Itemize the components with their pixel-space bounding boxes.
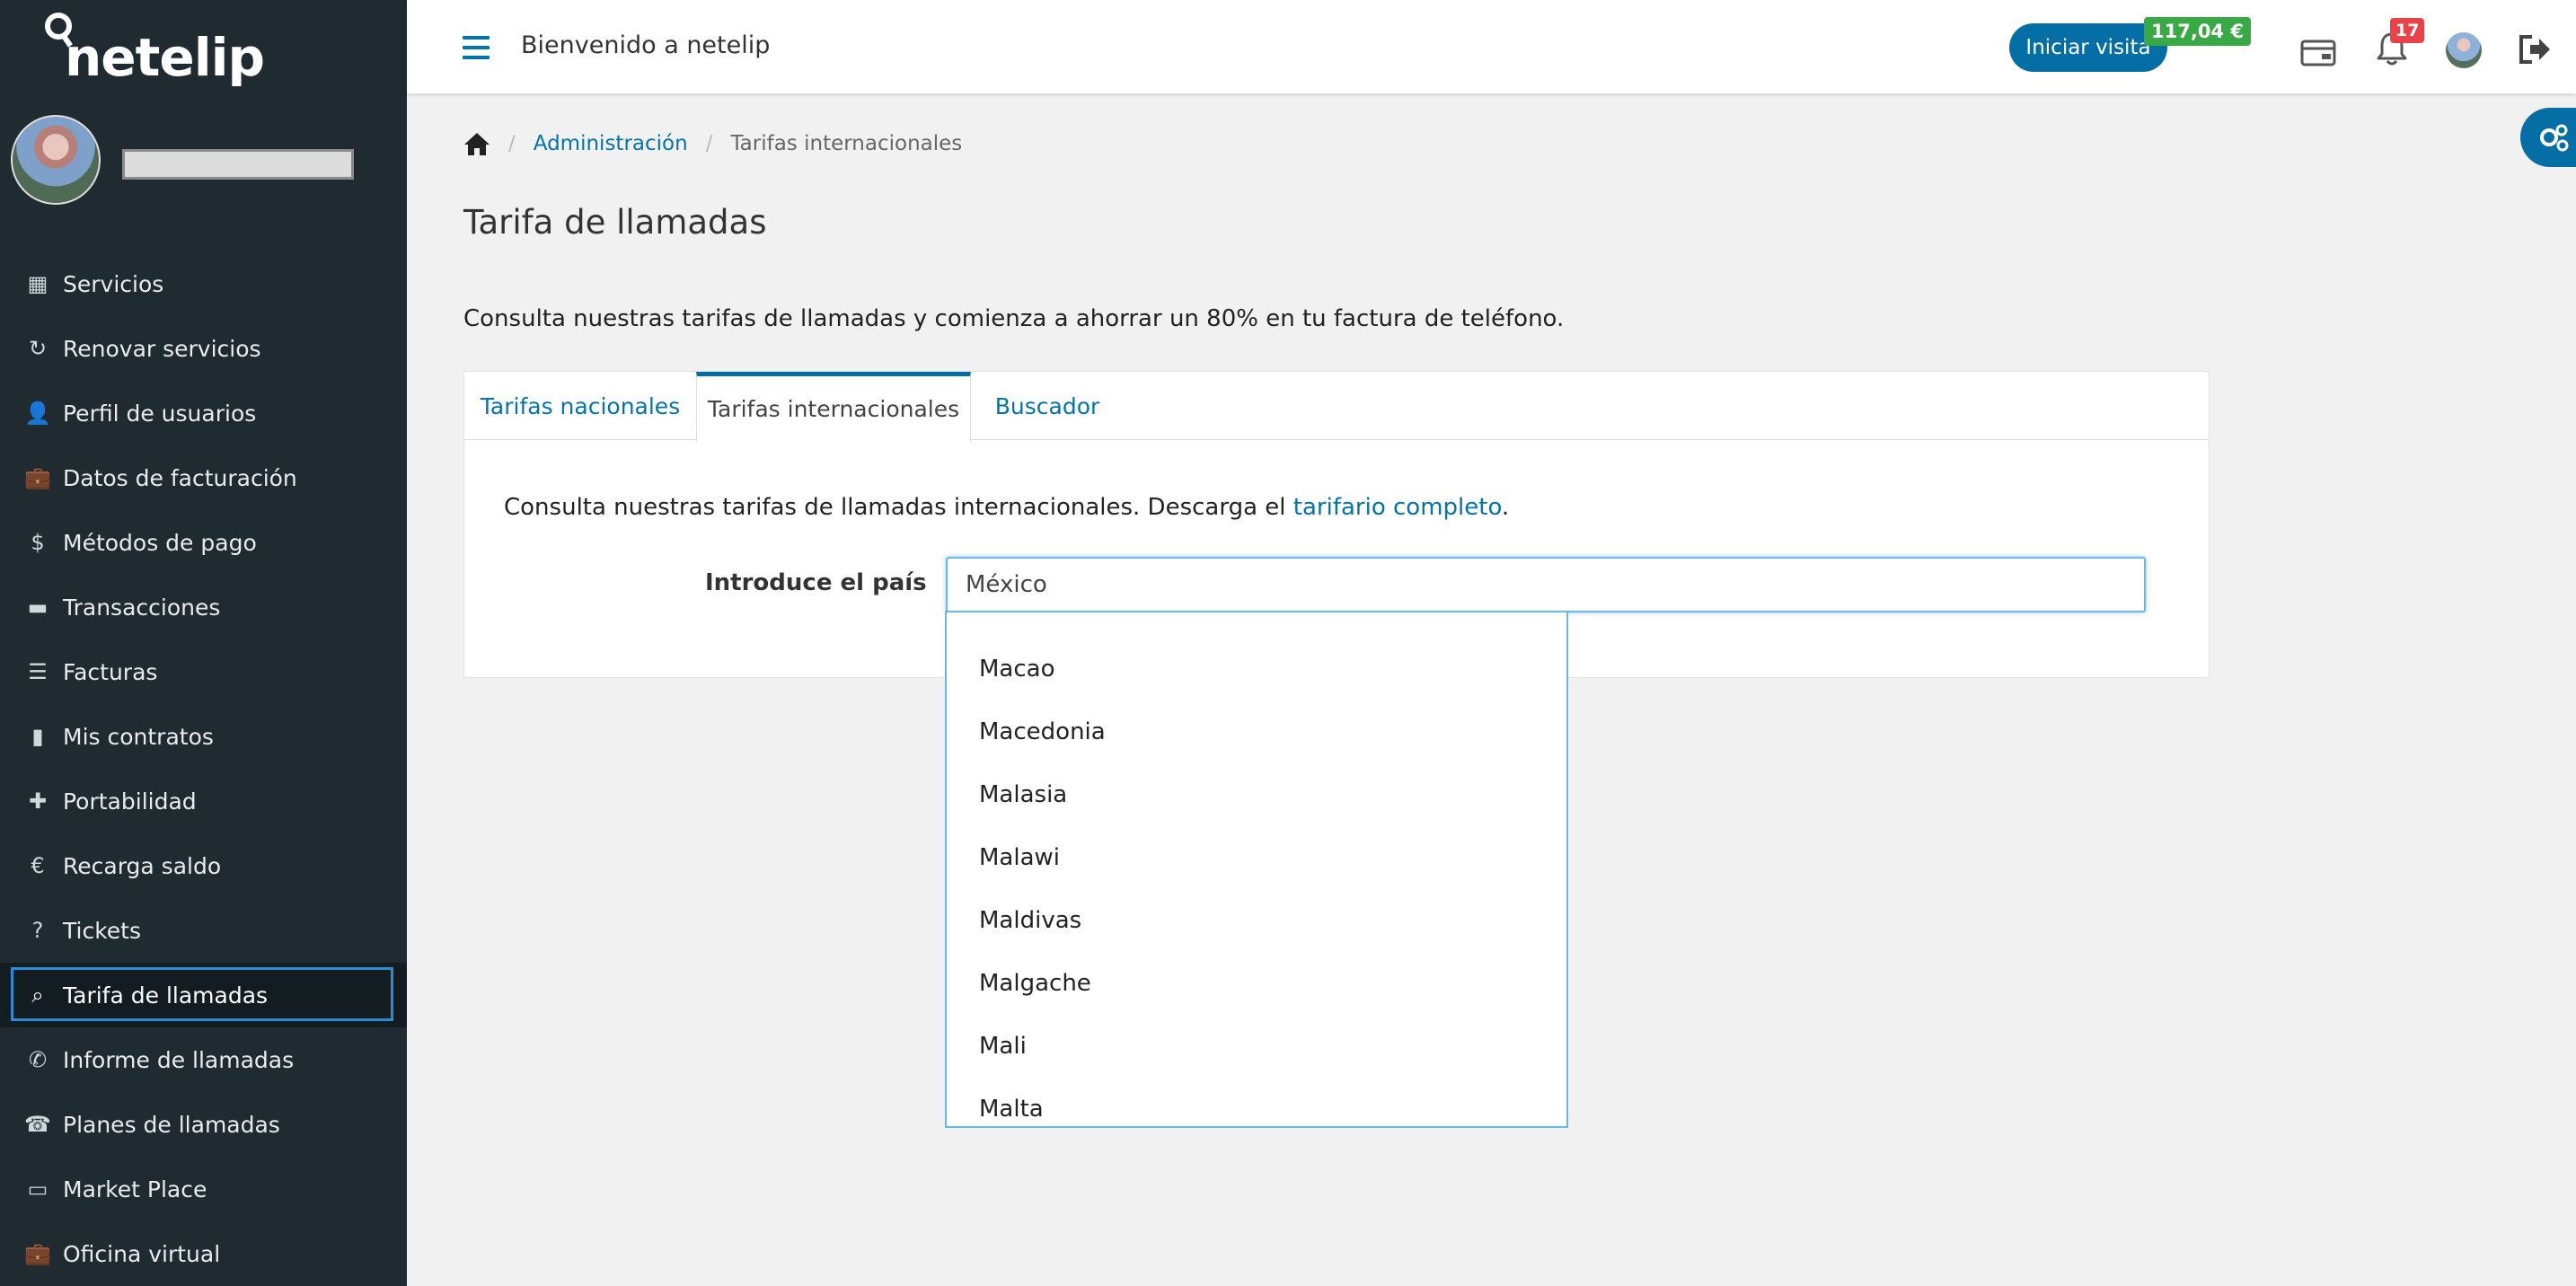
sidebar-item-tarifa-de-llamadas[interactable]: ⌕ Tarifa de llamadas — [0, 963, 407, 1027]
sidebar-item-label: Facturas — [63, 658, 158, 685]
sidebar-item-planes-de-llamadas[interactable]: ☎ Planes de llamadas — [0, 1092, 407, 1157]
sidebar-item-label: Informe de llamadas — [63, 1046, 295, 1073]
sidebar-item-label: Métodos de pago — [63, 529, 257, 556]
country-option[interactable]: Maldivas — [947, 889, 1566, 952]
country-option[interactable]: Malasia — [947, 763, 1566, 826]
question-circle-icon: ? — [31, 918, 44, 943]
welcome-text: Bienvenido a netelip — [521, 31, 771, 59]
breadcrumb: / Administración / Tarifas internacional… — [463, 131, 962, 156]
briefcase-icon: 💼 — [24, 1241, 51, 1266]
sidebar-item-label: Perfil de usuarios — [63, 400, 257, 427]
page-intro: Consulta nuestras tarifas de llamadas y … — [463, 305, 1565, 332]
info-text-after: . — [1501, 494, 1510, 521]
euro-icon: € — [31, 853, 45, 878]
hamburger-menu-icon[interactable] — [463, 36, 490, 59]
user-profile — [11, 115, 397, 205]
country-option[interactable]: Malawi — [947, 826, 1566, 889]
list-icon: ☰ — [28, 659, 48, 684]
country-autocomplete-dropdown[interactable]: Macao Macedonia Malasia Malawi Maldivas Malga… — [945, 611, 1568, 1128]
tab-buscador[interactable]: Buscador — [971, 372, 1124, 440]
breadcrumb-current: Tarifas internacionales — [730, 132, 963, 155]
sidebar-item-label: Market Place — [63, 1176, 207, 1202]
country-option[interactable]: Macedonia — [947, 700, 1566, 763]
sidebar-item-label: Portabilidad — [63, 788, 197, 815]
sidebar-item-label: Renovar servicios — [63, 335, 261, 362]
sidebar-item-servicios[interactable]: ▦ Servicios — [0, 251, 407, 316]
avatar[interactable] — [11, 115, 101, 205]
topbar: Bienvenido a netelip Iniciar visita 117,… — [407, 0, 2576, 93]
breadcrumb-separator: / — [508, 132, 516, 155]
breadcrumb-separator: / — [705, 132, 713, 155]
sidebar-item-label: Recarga saldo — [63, 852, 222, 879]
breadcrumb-administracion[interactable]: Administración — [534, 132, 688, 155]
sidebar-item-label: Tickets — [63, 917, 141, 944]
download-tariff-link[interactable]: tarifario completo — [1293, 494, 1502, 521]
sidebar-item-perfil-de-usuarios[interactable]: 👤 Perfil de usuarios — [0, 381, 407, 445]
sidebar-item-tickets[interactable]: ? Tickets — [0, 898, 407, 963]
logout-icon[interactable] — [2518, 34, 2552, 65]
plus-icon: ✚ — [28, 788, 48, 814]
page-title: Tarifa de llamadas — [463, 203, 767, 242]
notification-count-badge[interactable]: 17 — [2390, 18, 2425, 43]
sidebar-item-metodos-de-pago[interactable]: $ Métodos de pago — [0, 510, 407, 575]
sidebar-item-label: Tarifa de llamadas — [63, 982, 269, 1009]
sidebar-item-label: Planes de llamadas — [63, 1111, 280, 1138]
logo-text: netelip — [65, 27, 265, 88]
sidebar-item-mis-contratos[interactable]: ▮ Mis contratos — [0, 704, 407, 769]
country-option[interactable]: Mali — [947, 1015, 1566, 1078]
info-text-before: Consulta nuestras tarifas de llamadas in… — [504, 494, 1293, 521]
tab-bar: Tarifas nacionales Tarifas internacional… — [464, 372, 2209, 442]
sidebar-item-transacciones[interactable]: ▬ Transacciones — [0, 575, 407, 639]
sidebar-item-oficina-virtual[interactable]: 💼 Oficina virtual — [0, 1221, 407, 1286]
dollar-icon: $ — [31, 530, 45, 555]
sidebar-item-portabilidad[interactable]: ✚ Portabilidad — [0, 769, 407, 833]
grid-icon: ▦ — [27, 271, 49, 296]
telephone-icon: ☎ — [24, 1112, 51, 1137]
briefcase-icon: 💼 — [24, 465, 51, 490]
country-options-list: Macao Macedonia Malasia Malawi Maldivas Malga… — [947, 612, 1566, 1126]
redacted-username — [122, 149, 354, 180]
sidebar-item-market-place[interactable]: ▭ Market Place — [0, 1157, 407, 1221]
international-info-text: Consulta nuestras tarifas de llamadas in… — [504, 494, 1509, 521]
sidebar-item-label: Mis contratos — [63, 723, 214, 750]
credit-card-icon: ▬ — [27, 595, 49, 620]
home-icon[interactable] — [463, 131, 490, 156]
file-icon: ▮ — [31, 724, 44, 749]
tab-tarifas-internacionales[interactable]: Tarifas internacionales — [696, 372, 971, 442]
phone-icon: ✆ — [28, 1047, 48, 1072]
refresh-icon: ↻ — [28, 336, 48, 361]
user-icon: 👤 — [24, 401, 51, 426]
balance-badge[interactable]: 117,04 € — [2144, 17, 2251, 46]
sidebar-item-recarga-saldo[interactable]: € Recarga saldo — [0, 833, 407, 898]
sidebar-item-informe-de-llamadas[interactable]: ✆ Informe de llamadas — [0, 1027, 407, 1092]
sidebar-menu: ▦ Servicios ↻ Renovar servicios 👤 Perfil de u… — [0, 251, 407, 1286]
sidebar: netelip ▦ Servicios ↻ Renovar servicios 👤 Per… — [0, 0, 407, 1286]
country-label: Introduce el país — [705, 569, 927, 596]
user-avatar-small[interactable] — [2446, 32, 2482, 68]
sidebar-item-datos-de-facturacion[interactable]: 💼 Datos de facturación — [0, 445, 407, 510]
search-icon: ⌕ — [31, 982, 44, 1008]
country-option[interactable]: Malgache — [947, 952, 1566, 1015]
country-input[interactable] — [946, 557, 2146, 612]
tab-tarifas-nacionales[interactable]: Tarifas nacionales — [464, 372, 696, 440]
country-option[interactable]: Macao — [947, 638, 1566, 700]
sidebar-item-label: Servicios — [63, 270, 164, 297]
sidebar-item-facturas[interactable]: ☰ Facturas — [0, 639, 407, 704]
desktop-icon: ▭ — [27, 1176, 49, 1202]
sidebar-item-renovar-servicios[interactable]: ↻ Renovar servicios — [0, 316, 407, 381]
wallet-icon[interactable] — [2300, 36, 2336, 66]
sidebar-item-label: Oficina virtual — [63, 1240, 221, 1267]
sidebar-item-label: Datos de facturación — [63, 464, 297, 491]
sidebar-item-label: Transacciones — [63, 594, 221, 621]
settings-gear-icon[interactable] — [2520, 108, 2576, 167]
country-option[interactable]: Malta — [947, 1078, 1566, 1126]
